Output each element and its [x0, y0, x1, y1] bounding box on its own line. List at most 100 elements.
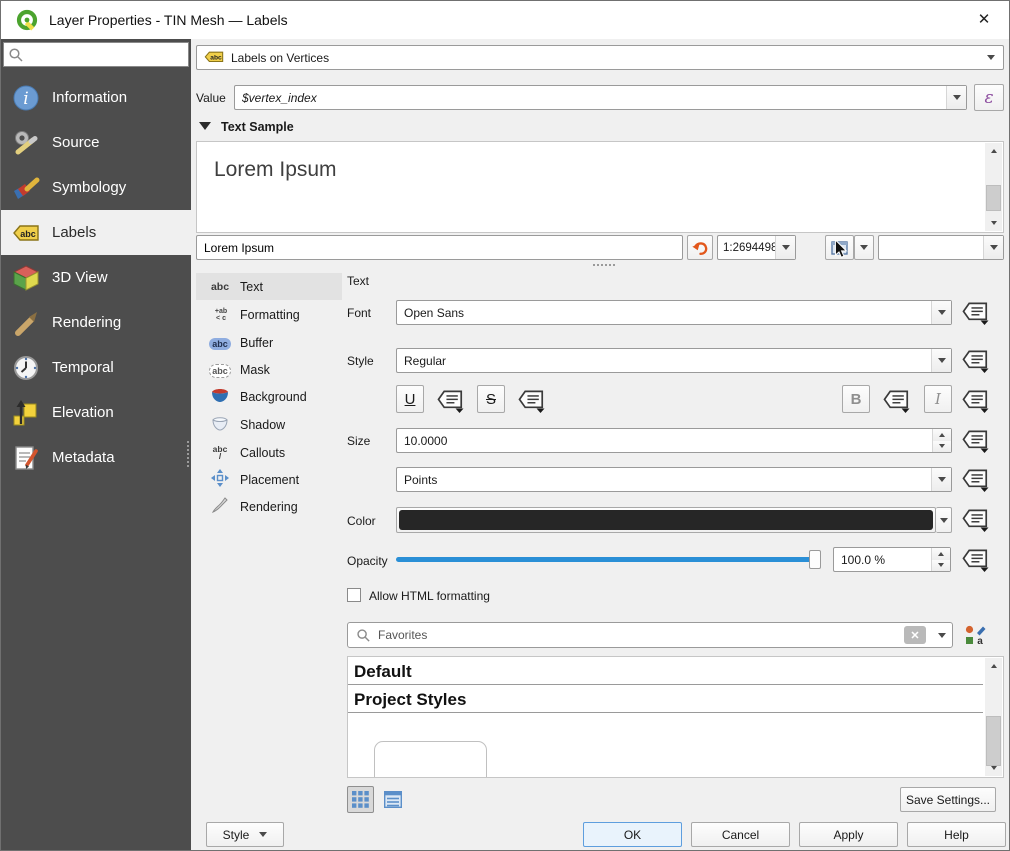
sidebar-item-3d-view[interactable]: 3D View — [1, 255, 191, 300]
sidebar-item-symbology[interactable]: Symbology — [1, 165, 191, 210]
spin-up-icon — [933, 429, 951, 441]
scrollbar-thumb[interactable] — [986, 185, 1001, 211]
tab-placement[interactable]: Placement — [196, 466, 342, 493]
style-manager-icon[interactable]: a — [964, 624, 986, 646]
reset-sample-button[interactable] — [687, 235, 713, 260]
labels-tag-icon: abc — [204, 50, 224, 63]
underline-button[interactable]: U — [396, 385, 424, 413]
group-title-text: Text — [347, 274, 369, 288]
help-button[interactable]: Help — [907, 822, 1006, 847]
sidebar-item-information[interactable]: i Information — [1, 75, 191, 120]
value-expression-combo[interactable]: $vertex_index — [234, 85, 967, 110]
data-defined-override-icon[interactable] — [961, 507, 991, 532]
text-sample-title: Text Sample — [221, 120, 294, 134]
tab-background[interactable]: Background — [196, 383, 342, 410]
font-style-label: Style — [347, 354, 374, 368]
opacity-slider-handle[interactable] — [809, 550, 821, 569]
close-icon[interactable]: ✕ — [971, 9, 997, 31]
data-defined-override-icon[interactable] — [517, 388, 547, 413]
sample-text-input[interactable] — [196, 235, 683, 260]
size-spinbox[interactable]: 10.0000 — [396, 428, 952, 453]
scrollbar-thumb[interactable] — [986, 716, 1001, 766]
data-defined-override-icon[interactable] — [882, 388, 912, 413]
chevron-down-icon[interactable] — [946, 86, 966, 109]
sidebar-item-elevation[interactable]: Elevation — [1, 390, 191, 435]
tab-rendering[interactable]: Rendering — [196, 493, 342, 520]
preview-scrollbar[interactable] — [985, 143, 1002, 231]
opacity-slider-track[interactable] — [396, 557, 818, 562]
symbology-icon — [11, 173, 41, 203]
color-dropdown[interactable] — [936, 507, 952, 533]
style-filter-combo[interactable]: Favorites ✕ — [347, 622, 953, 648]
label-mode-select[interactable]: abc Labels on Vertices — [196, 45, 1004, 70]
sidebar-item-labels[interactable]: abc Labels — [1, 210, 191, 255]
sample-scale-combo[interactable]: 1:2694498 — [717, 235, 796, 260]
chevron-down-icon[interactable] — [932, 623, 952, 647]
canvas-scale-dropdown[interactable] — [854, 235, 874, 260]
clear-search-icon[interactable]: ✕ — [904, 626, 926, 644]
allow-html-label: Allow HTML formatting — [369, 589, 490, 603]
allow-html-checkbox[interactable] — [347, 588, 361, 602]
icon-view-button[interactable] — [347, 786, 374, 813]
styles-scrollbar[interactable] — [985, 658, 1002, 776]
expression-builder-button[interactable]: ε — [974, 84, 1004, 111]
save-settings-button[interactable]: Save Settings... — [900, 787, 996, 812]
sidebar-item-rendering[interactable]: Rendering — [1, 300, 191, 345]
chevron-down-icon[interactable] — [983, 236, 1003, 259]
sidebar-item-source[interactable]: Source — [1, 120, 191, 165]
map-units-combo[interactable] — [878, 235, 1004, 260]
bold-button[interactable]: B — [842, 385, 870, 413]
chevron-down-icon[interactable] — [775, 236, 795, 259]
data-defined-override-icon[interactable] — [961, 428, 991, 453]
splitter-handle[interactable] — [187, 441, 189, 467]
tab-label: Mask — [240, 363, 270, 377]
tab-mask[interactable]: abc Mask — [196, 356, 342, 383]
data-defined-override-icon[interactable] — [961, 467, 991, 492]
style-filter-value: Favorites — [371, 628, 904, 642]
font-color-button[interactable] — [396, 507, 936, 533]
apply-button[interactable]: Apply — [799, 822, 898, 847]
tab-formatting[interactable]: +ab< c Formatting — [196, 301, 342, 328]
sidebar-search[interactable] — [3, 42, 189, 67]
layer-properties-dialog: Layer Properties - TIN Mesh — Labels ✕ i… — [0, 0, 1010, 851]
elevation-icon — [11, 398, 41, 428]
sidebar-search-input[interactable] — [24, 48, 174, 62]
collapse-triangle-icon[interactable] — [199, 122, 211, 130]
font-family-select[interactable]: Open Sans — [396, 300, 952, 325]
sidebar-item-temporal[interactable]: Temporal — [1, 345, 191, 390]
chevron-down-icon[interactable] — [931, 349, 951, 372]
ok-button[interactable]: OK — [583, 822, 682, 847]
italic-button[interactable]: I — [924, 385, 952, 413]
strikethrough-button[interactable]: S — [477, 385, 505, 413]
data-defined-override-icon[interactable] — [436, 388, 466, 413]
list-view-button[interactable] — [379, 786, 406, 813]
tab-shadow[interactable]: Shadow — [196, 411, 342, 438]
scroll-up-icon[interactable] — [985, 143, 1002, 159]
scroll-down-icon[interactable] — [985, 215, 1002, 231]
data-defined-override-icon[interactable] — [961, 348, 991, 373]
data-defined-override-icon[interactable] — [961, 300, 991, 325]
style-browser-panel[interactable]: Default Project Styles — [347, 656, 1004, 778]
data-defined-override-icon[interactable] — [961, 388, 991, 413]
cancel-button[interactable]: Cancel — [691, 822, 790, 847]
data-defined-override-icon[interactable] — [961, 547, 991, 572]
scroll-up-icon[interactable] — [985, 658, 1002, 674]
style-preview-item[interactable] — [374, 741, 487, 778]
splitter-handle-horizontal[interactable] — [593, 264, 615, 266]
sidebar-item-metadata[interactable]: Metadata — [1, 435, 191, 480]
style-menu-button[interactable]: Style — [206, 822, 284, 847]
tab-label: Formatting — [240, 308, 300, 322]
opacity-spinbox[interactable]: 100.0 % — [833, 547, 951, 572]
tab-callouts[interactable]: abc/ Callouts — [196, 439, 342, 466]
tab-label: Shadow — [240, 418, 285, 432]
font-style-select[interactable]: Regular — [396, 348, 952, 373]
size-units-select[interactable]: Points — [396, 467, 952, 492]
sidebar-item-label: Symbology — [52, 179, 126, 196]
labels-icon: abc — [11, 218, 41, 248]
svg-text:abc: abc — [210, 54, 222, 61]
chevron-down-icon[interactable] — [931, 301, 951, 324]
chevron-down-icon[interactable] — [931, 468, 951, 491]
tab-text[interactable]: abc Text — [196, 273, 342, 300]
tab-buffer[interactable]: abc Buffer — [196, 329, 342, 356]
text-sample-preview: Lorem Ipsum — [196, 141, 1004, 233]
